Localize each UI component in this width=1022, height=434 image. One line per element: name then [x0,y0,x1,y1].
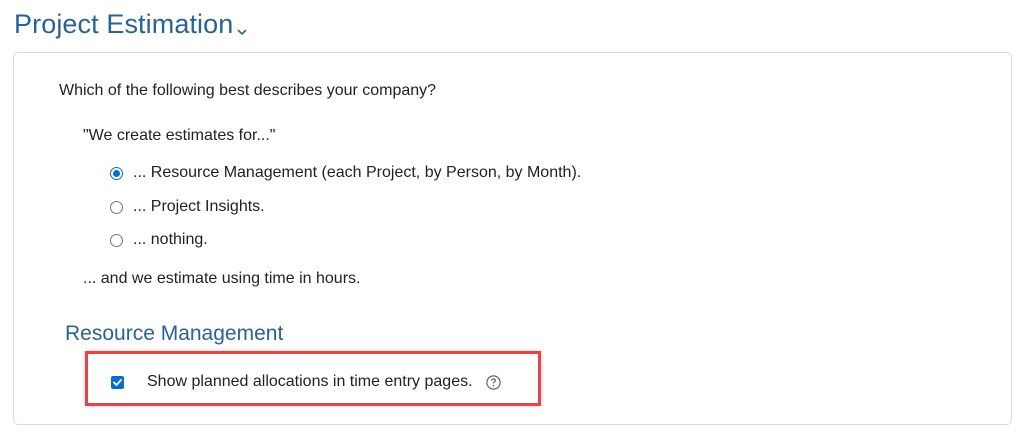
chevron-down-icon[interactable] [237,23,247,36]
show-allocations-option[interactable]: Show planned allocations in time entry p… [111,373,501,391]
radio-label: ... Project Insights. [133,198,265,215]
radio-option-project-insights[interactable]: ... Project Insights. [110,198,265,216]
page: Project Estimation Which of the followin… [0,0,1022,434]
section-header-project-estimation[interactable]: Project Estimation [14,6,247,42]
quote-text: "We create estimates for..." [83,127,276,144]
radio-option-resource-management[interactable]: ... Resource Management (each Project, b… [110,164,581,182]
show-allocations-label: Show planned allocations in time entry p… [147,373,473,390]
question-circle-icon[interactable] [485,374,501,390]
show-allocations-checkbox[interactable] [111,375,124,389]
radio-button-selected[interactable] [110,166,123,180]
radio-button[interactable] [110,200,123,214]
radio-label: ... Resource Management (each Project, b… [133,164,582,181]
resource-management-heading: Resource Management [65,322,284,345]
page-title: Project Estimation [14,9,234,39]
radio-option-nothing[interactable]: ... nothing. [110,231,208,249]
radio-label: ... nothing. [133,231,208,248]
estimate-unit-text: ... and we estimate using time in hours. [83,270,361,287]
settings-panel: Which of the following best describes yo… [13,52,1012,425]
radio-button[interactable] [110,233,123,247]
question-text: Which of the following best describes yo… [59,82,437,99]
